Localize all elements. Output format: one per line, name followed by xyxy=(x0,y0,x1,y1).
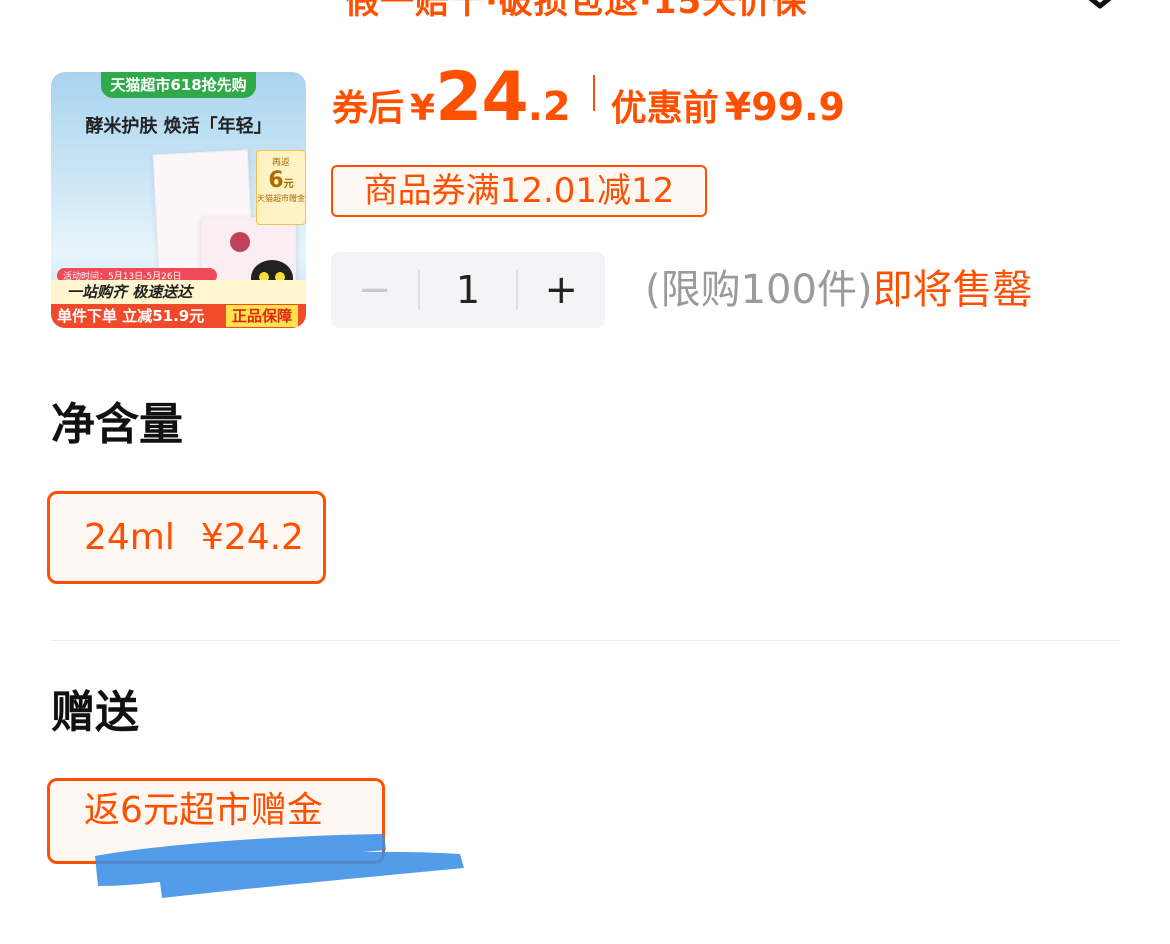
before-discount-price: ¥99.9 xyxy=(724,85,845,129)
sku-selector-panel: 假一赔十·破损包退·15天价保 天猫超市618抢先购 酵米护肤 焕活「年轻」 再… xyxy=(0,0,1170,944)
decrease-quantity-button[interactable]: − xyxy=(331,252,418,328)
guarantee-promo-text: 假一赔十·破损包退·15天价保 xyxy=(345,0,808,22)
after-coupon-price-decimal: .2 xyxy=(527,84,571,130)
thumbnail-coupon-amount: 6 xyxy=(268,168,284,193)
option-chip-24ml[interactable]: 24ml ¥24.2 xyxy=(47,491,326,584)
close-button[interactable] xyxy=(1074,0,1130,18)
increase-quantity-button[interactable]: + xyxy=(518,252,605,328)
limit-text: (限购100件) xyxy=(645,267,873,313)
close-icon xyxy=(1088,0,1112,9)
option-spec: 24ml xyxy=(84,517,175,558)
quantity-value[interactable]: 1 xyxy=(420,268,515,312)
after-coupon-price-integer: 24 xyxy=(435,58,529,137)
after-coupon-label: 券后 xyxy=(332,88,405,129)
coupon-tag: 商品券满12.01减12 xyxy=(331,165,707,217)
currency-symbol: ¥ xyxy=(410,88,436,129)
before-discount-label: 优惠前 xyxy=(610,88,719,129)
gift-label: 返6元超市赠金 xyxy=(84,790,323,831)
stock-status: 即将售罄 xyxy=(872,267,1033,313)
thumbnail-coupon: 再返 6元 天猫超市赠金 xyxy=(256,150,306,225)
purchase-limit: (限购100件)即将售罄 xyxy=(645,262,1033,318)
thumbnail-coupon-unit: 元 xyxy=(283,179,294,190)
section-divider xyxy=(51,640,1120,641)
price-separator xyxy=(592,75,595,111)
thumbnail-slogan: 一站购齐 极速送达 xyxy=(51,280,306,304)
gift-title: 赠送 xyxy=(51,687,139,738)
quantity-stepper: − 1 + xyxy=(331,252,605,328)
authentic-badge: 正品保障 xyxy=(225,305,298,327)
thumbnail-coupon-top: 再返 xyxy=(271,158,290,168)
product-thumbnail[interactable]: 天猫超市618抢先购 酵米护肤 焕活「年轻」 再返 6元 天猫超市赠金 活动时间… xyxy=(51,72,306,328)
thumbnail-coupon-caption: 天猫超市赠金 xyxy=(257,194,305,203)
price-row: 券后 ¥ 24 .2 优惠前 ¥99.9 xyxy=(332,58,845,137)
option-price: ¥24.2 xyxy=(200,517,304,558)
net-content-title: 净含量 xyxy=(51,399,183,450)
gift-chip[interactable]: 返6元超市赠金 xyxy=(47,778,385,864)
thumbnail-banner: 天猫超市618抢先购 xyxy=(101,72,256,98)
thumbnail-headline: 酵米护肤 焕活「年轻」 xyxy=(85,116,272,137)
